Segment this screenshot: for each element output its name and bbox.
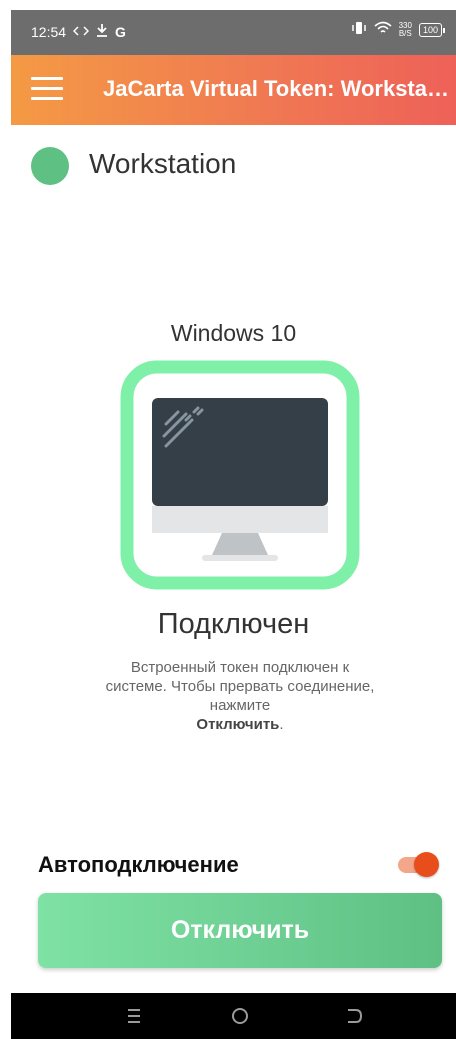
status-description: Встроенный токен подключен к системе. Чт… bbox=[103, 658, 377, 734]
app-bar: JaCarta Virtual Token: Workstation bbox=[11, 55, 456, 125]
wifi-icon bbox=[374, 21, 392, 38]
status-right: 330 B/S 100 bbox=[351, 21, 446, 38]
app-title: JaCarta Virtual Token: Workstation bbox=[103, 76, 451, 101]
phone-screen: 12:54 G 330 B/S 100 JaCarta Virtual Toke… bbox=[11, 10, 456, 1039]
battery-icon: 100 bbox=[418, 22, 446, 37]
google-g-icon: G bbox=[115, 23, 126, 40]
status-time: 12:54 bbox=[31, 23, 67, 40]
code-arrows-icon bbox=[72, 24, 90, 40]
connection-status-dot bbox=[31, 147, 69, 185]
home-circle-icon[interactable] bbox=[220, 999, 260, 1033]
vibrate-icon bbox=[351, 21, 367, 38]
description-action: Отключить bbox=[196, 716, 280, 733]
net-speed-unit: B/S bbox=[398, 28, 412, 38]
download-icon bbox=[96, 23, 108, 40]
auto-connect-label: Автоподключение bbox=[38, 852, 239, 877]
desktop-monitor-icon bbox=[120, 360, 360, 590]
status-bar: 12:54 G 330 B/S 100 bbox=[11, 10, 456, 55]
disconnect-button[interactable]: Отключить bbox=[38, 893, 442, 968]
description-text: Встроенный токен подключен к системе. Чт… bbox=[105, 659, 375, 714]
back-arrow-icon[interactable] bbox=[334, 999, 374, 1033]
connection-status-label: Подключен bbox=[157, 608, 310, 640]
menu-nav-icon[interactable] bbox=[114, 999, 154, 1033]
toggle-thumb bbox=[414, 852, 439, 877]
hamburger-menu-icon[interactable] bbox=[31, 77, 63, 101]
os-label: Windows 10 bbox=[170, 320, 297, 346]
auto-connect-toggle[interactable] bbox=[396, 850, 440, 880]
navigation-bar bbox=[11, 993, 456, 1039]
status-left: 12:54 G bbox=[31, 23, 126, 40]
net-speed: 330 B/S bbox=[398, 21, 412, 38]
description-end: . bbox=[279, 716, 284, 733]
workstation-name: Workstation bbox=[89, 148, 237, 179]
